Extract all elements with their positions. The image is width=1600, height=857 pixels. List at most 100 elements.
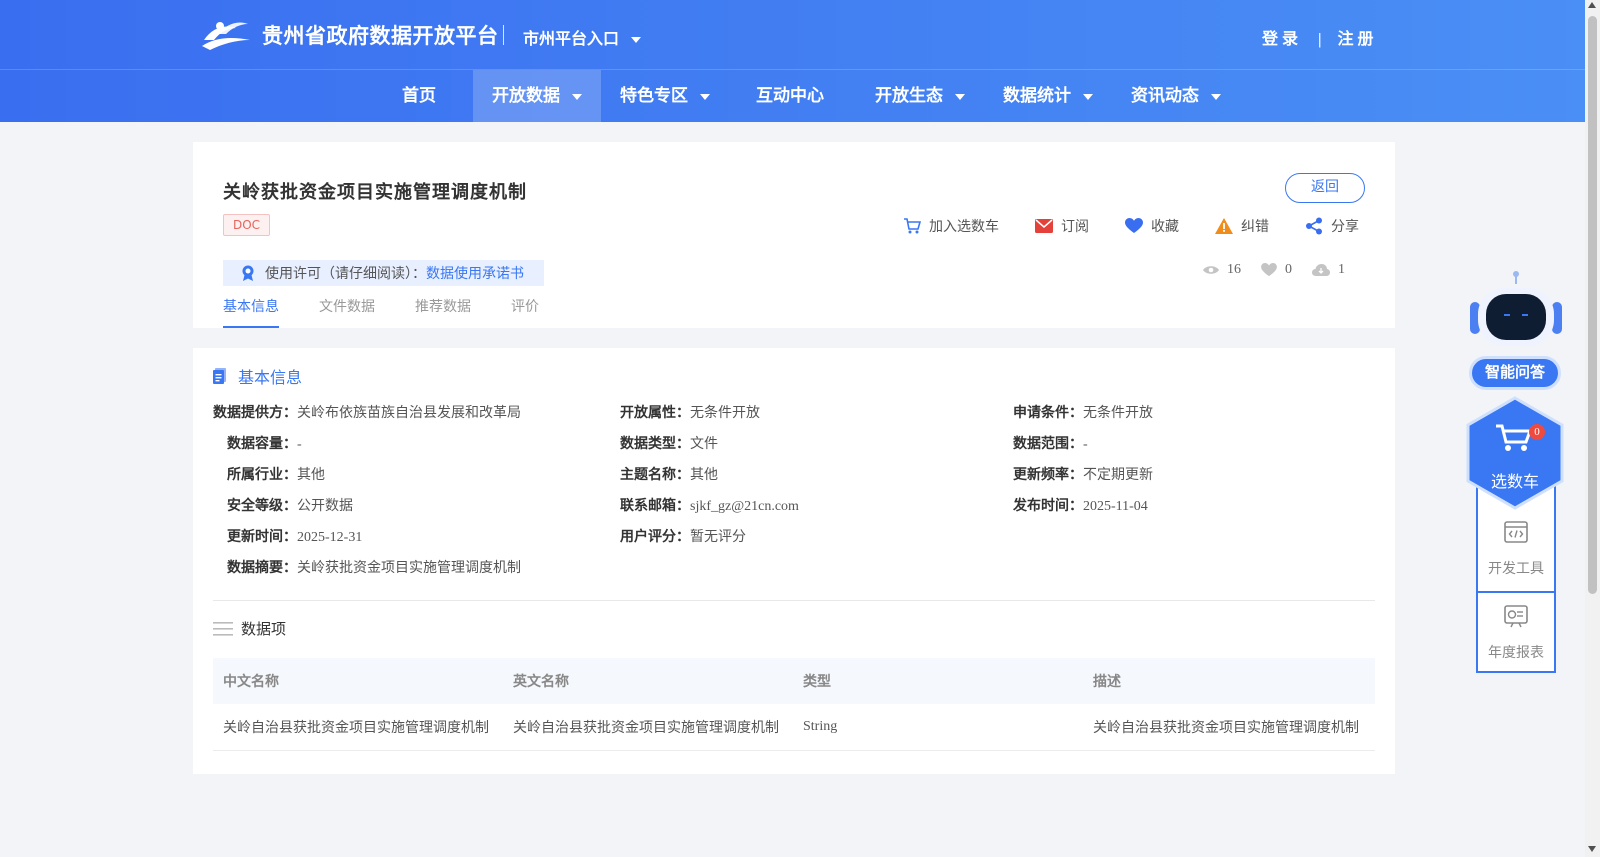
ai-assistant-button[interactable]: 智能问答 <box>1469 356 1561 390</box>
field-data-type: 数据类型：文件 <box>620 433 718 453</box>
cart-icon <box>904 218 921 234</box>
city-entry-label: 市州平台入口 <box>523 31 620 48</box>
scroll-up-icon[interactable] <box>1588 2 1596 8</box>
detail-tabs: 基本信息 文件数据 推荐数据 评价 <box>223 292 579 328</box>
nav-item-interaction[interactable]: 互动中心 <box>740 70 840 122</box>
nav-item-statistics[interactable]: 数据统计 <box>984 70 1112 122</box>
award-icon <box>242 265 254 281</box>
license-bar: 使用许可（请仔细阅读）： 数据使用承诺书 <box>223 260 544 286</box>
nav-item-ecosystem[interactable]: 开放生态 <box>856 70 984 122</box>
annual-report-label: 年度报表 <box>1488 646 1544 661</box>
site-title[interactable]: 贵州省政府数据开放平台 <box>262 20 499 50</box>
mail-icon <box>1035 219 1053 233</box>
tab-file-data[interactable]: 文件数据 <box>319 292 375 328</box>
eye-icon <box>1203 266 1219 274</box>
field-value: sjkf_gz@21cn.com <box>690 499 799 514</box>
data-items-title: 数据项 <box>213 618 286 639</box>
login-link[interactable]: 登录 <box>1262 31 1302 48</box>
field-label: 发布时间： <box>1013 499 1083 514</box>
report-icon <box>1504 605 1528 628</box>
tab-recommended-data[interactable]: 推荐数据 <box>415 292 471 328</box>
chevron-down-icon <box>631 37 642 44</box>
field-label: 联系邮箱： <box>620 499 690 514</box>
annual-report-button[interactable]: 年度报表 <box>1478 592 1554 674</box>
field-label: 开放属性： <box>620 406 690 421</box>
subscribe-button[interactable]: 订阅 <box>1035 216 1089 236</box>
field-value: 无条件开放 <box>690 406 760 421</box>
tab-basic-info[interactable]: 基本信息 <box>223 292 279 328</box>
share-label: 分享 <box>1331 220 1359 235</box>
nav-item-label: 开放数据 <box>492 86 560 105</box>
chevron-down-icon <box>572 94 582 101</box>
chevron-down-icon <box>955 94 965 101</box>
report-error-button[interactable]: 纠错 <box>1215 216 1269 236</box>
field-label: 数据提供方： <box>213 406 297 421</box>
auth-links: 登录 | 注册 <box>1262 25 1378 49</box>
field-industry: 所属行业：其他 <box>227 464 325 484</box>
dataset-header-card: 关岭获批资金项目实施管理调度机制 DOC 返回 加入选数车 订阅 收藏 纠错 分… <box>193 142 1395 328</box>
favorite-button[interactable]: 收藏 <box>1125 216 1179 236</box>
warning-icon <box>1215 218 1233 234</box>
table-row: 关岭自治县获批资金项目实施管理调度机制 关岭自治县获批资金项目实施管理调度机制 … <box>213 704 1375 751</box>
data-items-title-text: 数据项 <box>241 622 287 638</box>
platform-logo-icon[interactable] <box>200 18 252 52</box>
field-label: 安全等级： <box>227 499 297 514</box>
nav-item-news[interactable]: 资讯动态 <box>1112 70 1240 122</box>
nav-item-open-data[interactable]: 开放数据 <box>473 70 601 122</box>
dev-tools-label: 开发工具 <box>1488 562 1544 577</box>
field-open-attr: 开放属性：无条件开放 <box>620 402 760 422</box>
field-frequency: 更新频率：不定期更新 <box>1013 464 1153 484</box>
basic-info-title-text: 基本信息 <box>238 370 303 387</box>
field-label: 数据摘要： <box>227 561 297 576</box>
column-header: 英文名称 <box>513 675 569 690</box>
like-count-value: 0 <box>1285 262 1292 277</box>
field-capacity: 数据容量：- <box>227 433 302 453</box>
document-icon <box>213 368 226 384</box>
field-value: 公开数据 <box>297 499 353 514</box>
cart-label: 选数车 <box>1490 474 1539 491</box>
register-link[interactable]: 注册 <box>1338 31 1378 48</box>
subscribe-label: 订阅 <box>1061 220 1089 235</box>
scrollbar-thumb[interactable] <box>1588 16 1597 594</box>
field-update-time: 更新时间：2025-12-31 <box>227 526 362 546</box>
nav-item-home[interactable]: 首页 <box>376 70 462 122</box>
nav-item-label: 互动中心 <box>756 86 824 105</box>
field-value: 暂无评分 <box>690 530 746 545</box>
field-apply-condition: 申请条件：无条件开放 <box>1013 402 1153 422</box>
data-cart-button[interactable]: 0 选数车 <box>1466 396 1564 510</box>
add-to-cart-label: 加入选数车 <box>929 220 999 235</box>
field-label: 更新频率： <box>1013 468 1083 483</box>
code-icon <box>1504 521 1528 543</box>
field-data-scope: 数据范围：- <box>1013 433 1088 453</box>
field-value: 2025-12-31 <box>297 530 363 545</box>
field-email: 联系邮箱：sjkf_gz@21cn.com <box>620 495 799 515</box>
favorite-label: 收藏 <box>1151 220 1179 235</box>
field-label: 更新时间： <box>227 530 297 545</box>
city-platform-dropdown[interactable]: 市州平台入口 <box>523 25 642 49</box>
heart-icon <box>1125 218 1143 233</box>
page-scrollbar[interactable] <box>1585 0 1600 857</box>
share-icon <box>1306 217 1322 235</box>
chevron-down-icon <box>1211 94 1221 101</box>
site-header: 贵州省政府数据开放平台 市州平台入口 登录 | 注册 首页 开放数据 特色专区 互动… <box>0 0 1585 122</box>
nav-item-special-zone[interactable]: 特色专区 <box>601 70 729 122</box>
report-error-label: 纠错 <box>1241 220 1269 235</box>
tab-reviews[interactable]: 评价 <box>511 292 539 328</box>
license-agreement-link[interactable]: 数据使用承诺书 <box>426 263 524 283</box>
dataset-stats: 16 0 1 <box>1183 262 1345 278</box>
table-cell: String <box>803 719 838 734</box>
field-value: 无条件开放 <box>1083 406 1153 421</box>
back-button[interactable]: 返回 <box>1285 173 1365 203</box>
add-to-cart-button[interactable]: 加入选数车 <box>903 216 999 236</box>
nav-item-label: 首页 <box>402 86 436 105</box>
dev-tools-button[interactable]: 开发工具 <box>1478 508 1554 590</box>
field-label: 用户评分： <box>620 530 690 545</box>
nav-item-label: 特色专区 <box>620 86 688 105</box>
share-button[interactable]: 分享 <box>1305 216 1359 236</box>
scroll-down-icon[interactable] <box>1588 846 1596 852</box>
chevron-down-icon <box>700 94 710 101</box>
download-count: 1 <box>1312 262 1345 278</box>
table-cell: 关岭自治县获批资金项目实施管理调度机制 <box>1093 721 1359 736</box>
field-label: 所属行业： <box>227 468 297 483</box>
table-cell: 关岭自治县获批资金项目实施管理调度机制 <box>223 721 489 736</box>
